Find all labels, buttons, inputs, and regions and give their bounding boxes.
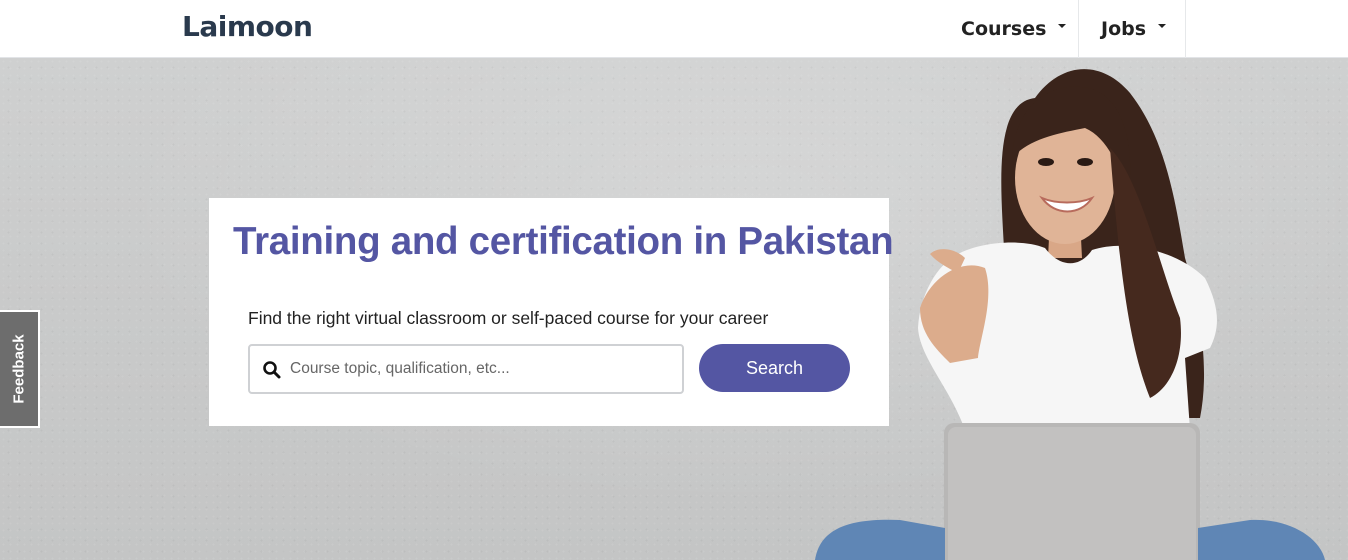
search-field-wrapper[interactable]: [248, 344, 684, 394]
search-button[interactable]: Search: [699, 344, 850, 392]
feedback-label: Feedback: [10, 334, 28, 404]
page-title: Training and certification in Pakistan: [233, 220, 894, 263]
page: Laimoon Courses Jobs Training and certif…: [0, 0, 1348, 560]
top-navbar: Laimoon Courses Jobs: [0, 0, 1348, 58]
site-logo[interactable]: Laimoon: [182, 10, 313, 43]
nav-jobs-label: Jobs: [1101, 18, 1147, 40]
search-tagline: Find the right virtual classroom or self…: [248, 308, 769, 328]
main-nav: Courses Jobs: [940, 0, 1186, 58]
nav-courses-label: Courses: [961, 18, 1047, 40]
search-card: Training and certification in Pakistan F…: [209, 198, 894, 426]
search-icon: [263, 361, 281, 379]
search-input[interactable]: [290, 346, 678, 392]
chevron-down-icon: [1158, 24, 1167, 28]
hero-banner: Training and certification in Pakistan F…: [0, 58, 1348, 560]
nav-jobs-dropdown[interactable]: Jobs: [1079, 0, 1186, 58]
feedback-tab[interactable]: Feedback: [0, 310, 40, 428]
nav-courses-dropdown[interactable]: Courses: [940, 0, 1079, 58]
chevron-down-icon: [1058, 24, 1067, 28]
